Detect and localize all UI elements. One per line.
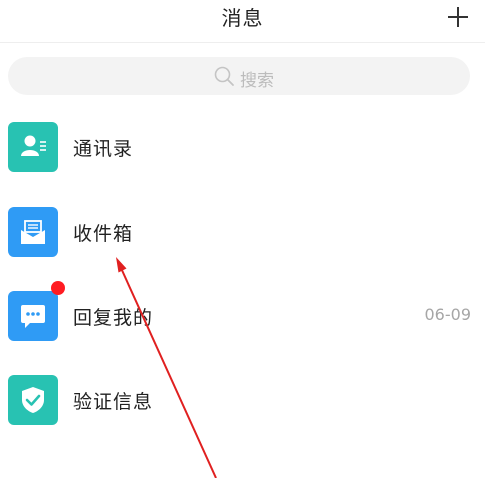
list-item-label: 回复我的 bbox=[73, 307, 154, 329]
page-title: 消息 bbox=[221, 6, 264, 30]
list-item-inbox[interactable]: 收件箱 bbox=[0, 193, 485, 273]
search-placeholder: 搜索 bbox=[240, 70, 274, 91]
list-item-contacts[interactable]: 通讯录 bbox=[0, 108, 485, 188]
unread-badge bbox=[51, 281, 65, 295]
plus-icon[interactable] bbox=[445, 4, 471, 30]
search-icon bbox=[213, 65, 235, 91]
list-item-label: 收件箱 bbox=[73, 223, 134, 245]
timestamp: 06-09 bbox=[424, 305, 472, 324]
list-item-verification[interactable]: 验证信息 bbox=[0, 361, 485, 441]
list-item-label: 通讯录 bbox=[73, 138, 134, 160]
shield-check-icon bbox=[8, 375, 58, 425]
top-bar: 消息 bbox=[0, 0, 485, 43]
inbox-icon bbox=[8, 207, 58, 257]
chat-bubble-icon bbox=[8, 291, 58, 341]
search-bar[interactable]: 搜索 bbox=[8, 57, 470, 95]
list-item-label: 验证信息 bbox=[73, 391, 154, 413]
contacts-icon bbox=[8, 122, 58, 172]
search-content: 搜索 bbox=[213, 65, 274, 91]
list-item-replies[interactable]: 回复我的 06-09 bbox=[0, 277, 485, 357]
